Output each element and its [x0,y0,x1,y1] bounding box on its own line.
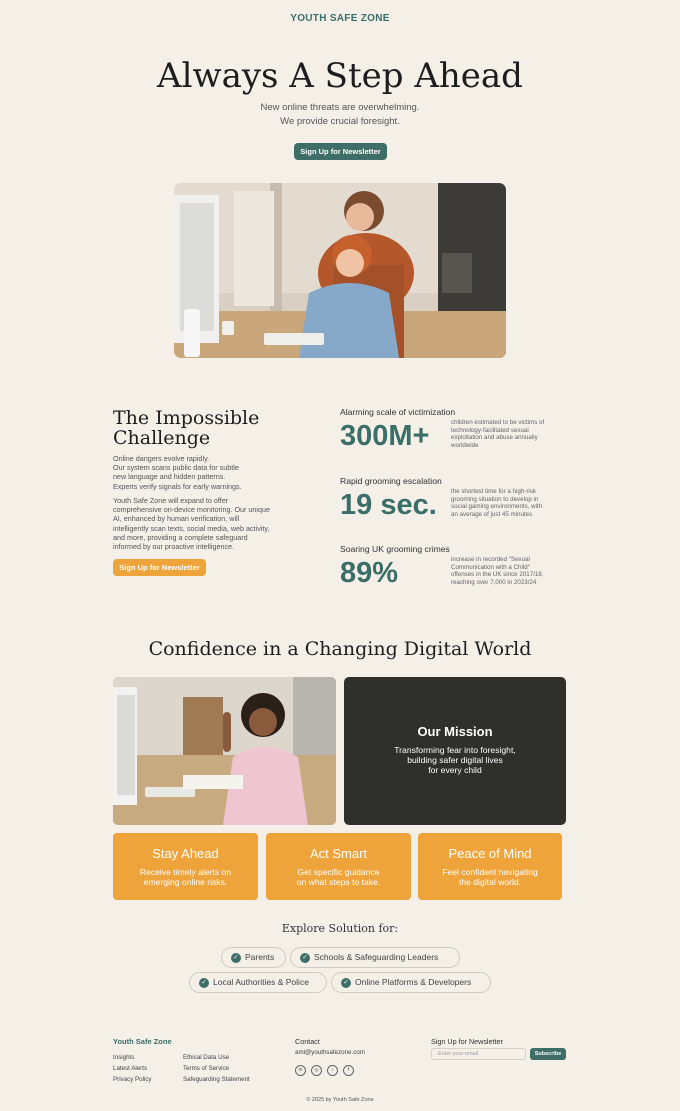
challenge-title-line1: The Impossible [113,407,260,429]
hero-subtitle-line1: New online threats are overwhelming. [260,102,420,113]
facebook-icon[interactable]: f [343,1065,354,1076]
footer-link-privacy[interactable]: Privacy Policy [113,1076,152,1083]
stat-value: 19 sec. [340,489,437,521]
solution-pill-schools[interactable]: ✓ Schools & Safeguarding Leaders [290,947,460,968]
card-text: Get specific guidance on what steps to ta… [296,867,381,887]
stat-value: 89% [340,557,399,589]
stat-description: children estimated to be victims of techn… [451,419,545,450]
feature-card-peace-of-mind: Peace of Mind Feel confident navigating t… [418,833,562,900]
mission-card: Our Mission Transforming fear into fores… [344,677,566,825]
check-icon: ✓ [199,978,209,988]
brand-logo[interactable]: YOUTH SAFE ZONE [0,13,680,24]
stat-value: 300M+ [340,420,430,452]
hero-title: Always A Step Ahead [157,56,523,96]
footer-email-link[interactable]: aml@youthsafezone.com [295,1049,365,1056]
subscribe-button[interactable]: Subscribe [530,1048,566,1060]
footer-contact-heading: Contact [295,1037,320,1046]
mission-title: Our Mission [417,724,493,739]
challenge-paragraph-1: Online dangers evolve rapidly. Our system… [113,454,242,491]
stat-item: Soaring UK grooming crimes 89% increase … [340,544,570,594]
stat-heading: Soaring UK grooming crimes [340,544,450,554]
card-title: Peace of Mind [448,846,532,861]
stat-description: the shortest time for a high-risk groomin… [451,488,543,519]
challenge-newsletter-button[interactable]: Sign Up for Newsletter [113,559,206,576]
card-text: Feel confident navigating the digital wor… [442,867,538,887]
check-icon: ✓ [341,978,351,988]
copyright: © 2025 by Youth Safe Zone [306,1097,374,1103]
feature-card-stay-ahead: Stay Ahead Receive timely alerts on emerg… [113,833,258,900]
stat-item: Alarming scale of victimization 300M+ ch… [340,407,570,457]
challenge-title-line2: Challenge [113,427,211,449]
footer-link-ethical-data[interactable]: Ethical Data Use [183,1054,229,1061]
solution-pill-platforms[interactable]: ✓ Online Platforms & Developers [331,972,491,993]
feature-card-act-smart: Act Smart Get specific guidance on what s… [266,833,411,900]
instagram-icon[interactable]: ◎ [311,1065,322,1076]
hero-image [174,183,506,358]
solution-pill-parents[interactable]: ✓ Parents [221,947,286,968]
solution-pill-authorities[interactable]: ✓ Local Authorities & Police [189,972,327,993]
check-icon: ✓ [231,953,241,963]
card-title: Act Smart [309,846,368,861]
explore-title: Explore Solution for: [281,922,399,935]
stat-item: Rapid grooming escalation 19 sec. the sh… [340,476,570,526]
footer-brand[interactable]: Youth Safe Zone [113,1037,172,1046]
stat-description: increase in recorded "Sexual Communicatio… [451,556,544,587]
footer-link-terms[interactable]: Terms of Service [183,1065,229,1072]
footer-link-safeguarding[interactable]: Safeguarding Statement [183,1076,250,1083]
footer-link-insights[interactable]: Insights [113,1054,134,1061]
card-text: Receive timely alerts on emerging online … [139,867,232,887]
mission-text: Transforming fear into foresight, buildin… [394,745,516,775]
stat-heading: Alarming scale of victimization [340,407,456,417]
check-icon: ✓ [300,953,310,963]
girl-at-computer-image [113,677,336,825]
tiktok-icon[interactable]: ♪ [327,1065,338,1076]
footer-link-latest-alerts[interactable]: Latest Alerts [113,1065,147,1072]
confidence-title: Confidence in a Changing Digital World [148,638,532,660]
hero-newsletter-button[interactable]: Sign Up for Newsletter [294,143,387,160]
stat-heading: Rapid grooming escalation [340,476,442,486]
newsletter-email-input[interactable]: Enter your email [431,1048,526,1060]
challenge-paragraph-2: Youth Safe Zone will expand to offer comp… [113,496,271,552]
footer-newsletter-heading: Sign Up for Newsletter [431,1037,503,1046]
linkedin-icon[interactable]: in [295,1065,306,1076]
card-title: Stay Ahead [152,846,219,861]
hero-subtitle-line2: We provide crucial foresight. [280,116,400,127]
